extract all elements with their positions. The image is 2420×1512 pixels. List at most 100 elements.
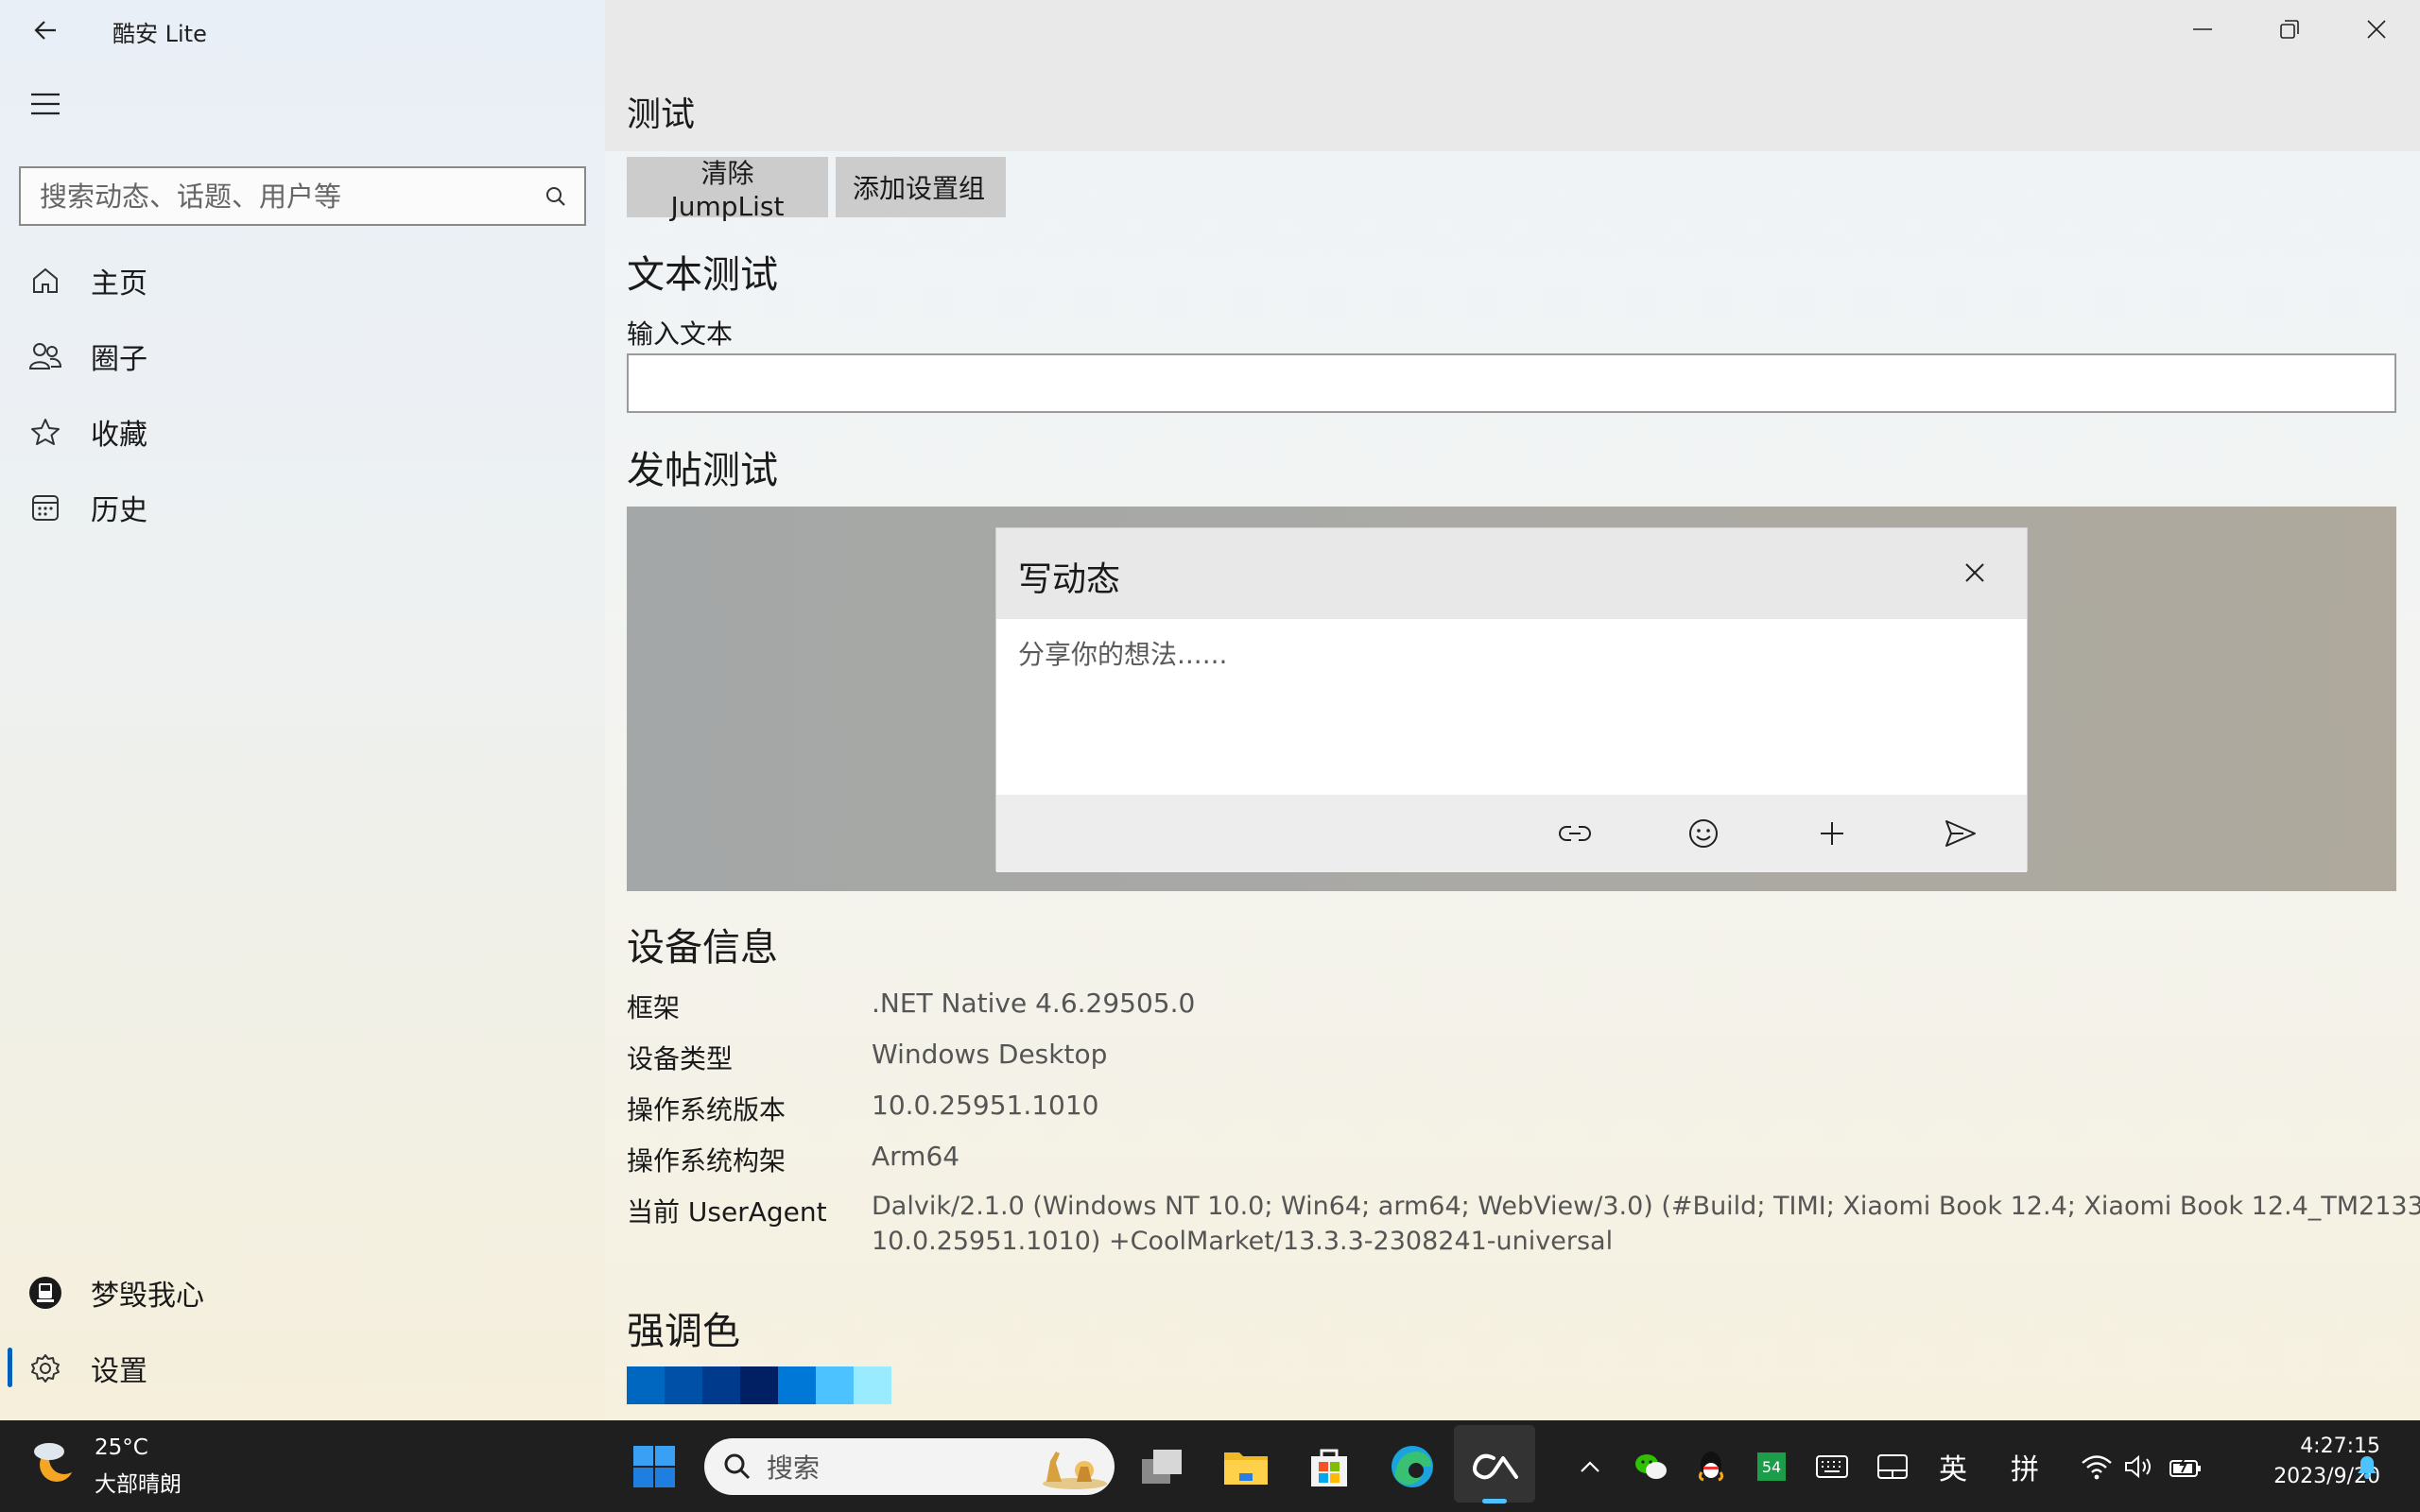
back-button[interactable] xyxy=(23,9,68,51)
weather-icon[interactable] xyxy=(28,1436,81,1486)
sidebar-item-settings[interactable]: 设置 xyxy=(0,1332,605,1404)
weather-temperature: 25°C xyxy=(95,1435,148,1460)
sidebar-item-label: 圈子 xyxy=(91,343,147,376)
edge-button[interactable] xyxy=(1382,1436,1443,1497)
restore-button[interactable] xyxy=(2246,0,2333,59)
send-button[interactable] xyxy=(1934,808,1987,859)
search-box[interactable] xyxy=(19,166,586,226)
start-button[interactable] xyxy=(624,1436,684,1497)
close-icon xyxy=(2367,20,2386,39)
search-input[interactable] xyxy=(40,180,527,213)
bell-icon xyxy=(2358,1456,2377,1479)
sidebar-item-circles[interactable]: 圈子 xyxy=(0,320,605,392)
close-icon xyxy=(1965,563,1984,582)
info-key: 当前 UserAgent xyxy=(627,1196,827,1228)
tablet-mode-button[interactable] xyxy=(1864,1436,1921,1497)
section-heading-device-info: 设备信息 xyxy=(627,926,778,970)
accent-swatch xyxy=(702,1366,740,1404)
keyboard-icon xyxy=(1816,1455,1848,1478)
info-key: 操作系统版本 xyxy=(627,1094,786,1125)
gear-icon xyxy=(0,1353,91,1383)
giraffe-illustration-icon xyxy=(1043,1452,1107,1489)
plus-icon xyxy=(1821,822,1843,845)
section-heading-post-test: 发帖测试 xyxy=(627,449,778,492)
sidebar-item-label: 梦毁我心 xyxy=(91,1280,204,1313)
info-value: Windows Desktop xyxy=(872,1039,1108,1070)
minimize-button[interactable] xyxy=(2159,0,2246,59)
task-view-button[interactable] xyxy=(1132,1436,1193,1497)
sidebar-item-home[interactable]: 主页 xyxy=(0,245,605,317)
speaker-icon xyxy=(2125,1454,2151,1479)
badge-tray-icon[interactable]: 54 xyxy=(1743,1436,1800,1497)
taskbar-search-label: 搜索 xyxy=(767,1452,821,1484)
ime-language[interactable]: 英 xyxy=(1925,1436,1981,1497)
badge-count: 54 xyxy=(1757,1452,1786,1481)
clear-jumplist-button[interactable]: 清除 JumpList xyxy=(627,157,828,222)
battery-button[interactable] xyxy=(2159,1436,2212,1497)
tray-overflow-button[interactable] xyxy=(1562,1436,1618,1497)
folder-icon xyxy=(1224,1452,1268,1485)
link-button[interactable] xyxy=(1548,808,1601,859)
edge-icon xyxy=(1392,1446,1433,1487)
dialog-header xyxy=(996,528,2027,619)
sidebar-item-favorites[interactable]: 收藏 xyxy=(0,396,605,468)
add-button[interactable] xyxy=(1806,808,1858,859)
dialog-title: 写动态 xyxy=(1018,560,1121,599)
page-title: 测试 xyxy=(627,95,696,134)
emoji-button[interactable] xyxy=(1677,808,1730,859)
accent-swatch xyxy=(778,1366,816,1404)
volume-button[interactable] xyxy=(2114,1436,2163,1497)
info-value: 10.0.25951.1010) +CoolMarket/13.3.3-2308… xyxy=(872,1227,1614,1256)
tablet-icon xyxy=(1877,1454,1908,1479)
info-key: 设备类型 xyxy=(627,1043,734,1074)
accent-swatch xyxy=(854,1366,891,1404)
sidebar-item-history[interactable]: 历史 xyxy=(0,472,605,543)
avatar xyxy=(0,1276,91,1310)
accent-swatch xyxy=(627,1366,665,1404)
battery-charging-icon xyxy=(2169,1455,2201,1477)
info-key: 操作系统构架 xyxy=(627,1145,786,1177)
text-input[interactable] xyxy=(627,353,2396,413)
chevron-up-icon xyxy=(1581,1461,1599,1472)
dialog-toolbar xyxy=(996,795,2027,872)
app-title: 酷安 Lite xyxy=(112,21,207,47)
touch-keyboard-button[interactable] xyxy=(1804,1436,1860,1497)
page-header xyxy=(605,0,2420,151)
hamburger-menu-button[interactable] xyxy=(23,83,68,125)
sidebar-item-label: 设置 xyxy=(91,1355,147,1388)
store-button[interactable] xyxy=(1299,1436,1359,1497)
info-value: Dalvik/2.1.0 (Windows NT 10.0; Win64; ar… xyxy=(872,1192,2420,1221)
wechat-tray-icon[interactable] xyxy=(1622,1436,1679,1497)
add-setting-group-button[interactable]: 添加设置组 xyxy=(836,157,1006,217)
accent-swatch xyxy=(816,1366,854,1404)
qq-tray-icon[interactable] xyxy=(1683,1436,1739,1497)
close-button[interactable] xyxy=(2333,0,2420,59)
info-value: 10.0.25951.1010 xyxy=(872,1090,1099,1121)
accent-swatch xyxy=(740,1366,778,1404)
sidebar-item-label: 主页 xyxy=(91,267,147,301)
home-icon xyxy=(0,266,91,296)
section-heading-text-test: 文本测试 xyxy=(627,253,778,297)
accent-swatch xyxy=(665,1366,702,1404)
task-view-icon xyxy=(1142,1450,1182,1484)
wifi-icon xyxy=(2082,1455,2112,1480)
back-arrow-icon xyxy=(34,21,56,40)
notifications-button[interactable] xyxy=(2341,1436,2394,1497)
file-explorer-button[interactable] xyxy=(1216,1436,1276,1497)
compose-dialog: 写动态 分享你的想法...... xyxy=(995,527,2028,872)
minimize-icon xyxy=(2193,28,2212,30)
compose-textarea[interactable]: 分享你的想法...... xyxy=(1018,634,1227,672)
coolapk-lite-button[interactable] xyxy=(1465,1436,1526,1497)
ime-mode[interactable]: 拼 xyxy=(1996,1436,2053,1497)
dialog-close-button[interactable] xyxy=(1951,549,1998,596)
running-indicator xyxy=(1482,1499,1507,1503)
info-key: 框架 xyxy=(627,992,681,1023)
info-value: Arm64 xyxy=(872,1141,960,1172)
windows-logo-icon xyxy=(633,1446,675,1487)
sidebar-item-user[interactable]: 梦毁我心 xyxy=(0,1257,605,1329)
taskbar xyxy=(0,1420,2420,1512)
store-icon xyxy=(1311,1449,1347,1486)
search-icon[interactable] xyxy=(527,168,584,225)
calendar-icon xyxy=(0,492,91,523)
taskbar-search[interactable]: 搜索 xyxy=(704,1438,1115,1495)
